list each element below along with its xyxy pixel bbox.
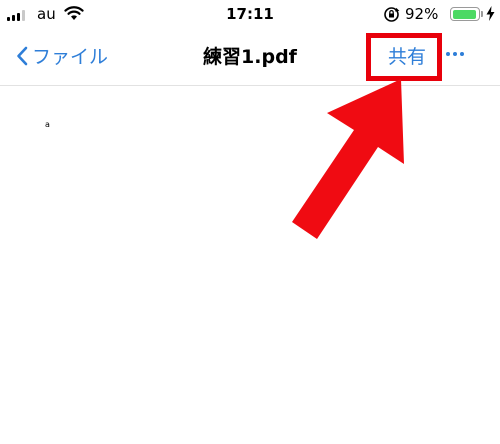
- back-button[interactable]: ファイル: [16, 42, 108, 69]
- chevron-left-icon: [17, 46, 28, 65]
- battery-level-fill: [452, 9, 476, 19]
- battery-icon: [450, 7, 480, 21]
- charging-bolt-icon: [486, 6, 495, 21]
- status-bar: au 17:11 92%: [0, 0, 500, 30]
- pdf-viewer-screen: au 17:11 92% ファイル 練習1.pdf 共有 a: [0, 0, 500, 444]
- battery-percent: 92%: [405, 5, 439, 23]
- rotation-lock-icon: [384, 7, 400, 22]
- pdf-document-page[interactable]: a: [0, 86, 500, 444]
- back-button-label: ファイル: [32, 46, 109, 68]
- annotation-highlight-box: [366, 33, 442, 81]
- battery-nub: [481, 11, 483, 17]
- document-text: a: [45, 120, 50, 129]
- ellipsis-icon[interactable]: [446, 52, 464, 56]
